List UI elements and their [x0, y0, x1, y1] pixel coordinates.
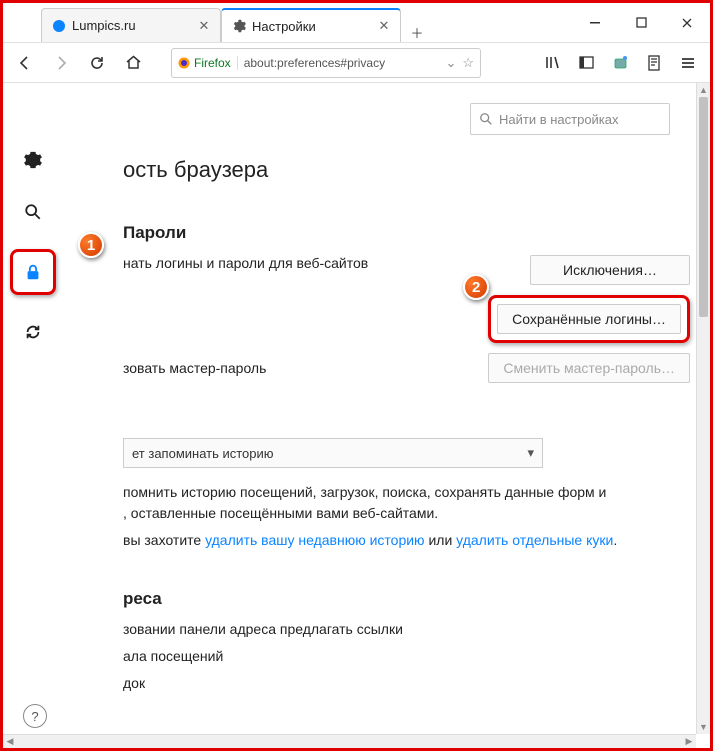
sidebar-general[interactable] [18, 145, 48, 175]
bookmark-star-icon[interactable]: ☆ [462, 55, 474, 71]
settings-search[interactable]: Найти в настройках [470, 103, 670, 135]
chevron-down-icon[interactable]: ⌄ [445, 55, 456, 71]
address-line-2: ала посещений [123, 646, 690, 667]
history-para-2b: или [425, 532, 457, 548]
scroll-down-arrow[interactable]: ▼ [697, 720, 710, 734]
chevron-down-icon: ▾ [527, 445, 534, 461]
clear-history-link[interactable]: удалить вашу недавнюю историю [205, 532, 424, 548]
reload-button[interactable] [81, 47, 113, 79]
tab-bar: Lumpics.ru ✕ Настройки ✕ ＋ [3, 3, 572, 42]
passwords-heading: Пароли [123, 223, 690, 243]
close-icon[interactable]: ✕ [376, 18, 392, 34]
change-master-password-button[interactable]: Сменить мастер-пароль… [488, 353, 690, 383]
page-title: ость браузера [123, 157, 690, 183]
favicon-lumpics [52, 19, 66, 33]
remember-logins-label: нать логины и пароли для веб-сайтов [123, 255, 488, 271]
exceptions-button[interactable]: Исключения… [530, 255, 690, 285]
settings-sidebar [3, 83, 63, 748]
saved-logins-button[interactable]: Сохранённые логины… [497, 304, 681, 334]
tab-label: Lumpics.ru [72, 18, 190, 33]
window-controls [572, 3, 710, 42]
maximize-button[interactable] [618, 3, 664, 42]
scroll-left-arrow[interactable]: ◀ [3, 735, 17, 748]
tab-label: Настройки [252, 19, 370, 34]
back-button[interactable] [9, 47, 41, 79]
page-action-button[interactable] [638, 47, 670, 79]
saved-logins-highlight: Сохранённые логины… 2 [488, 295, 690, 343]
sidebar-sync[interactable] [18, 317, 48, 347]
horizontal-scrollbar[interactable]: ◀ ▶ [3, 734, 696, 748]
help-button[interactable]: ? [23, 704, 47, 728]
url-bar[interactable]: Firefox about:preferences#privacy ⌄ ☆ [171, 48, 481, 78]
url-text: about:preferences#privacy [244, 56, 440, 70]
identity-box[interactable]: Firefox [178, 56, 238, 70]
firefox-icon [178, 57, 190, 69]
minimize-button[interactable] [572, 3, 618, 42]
identity-label: Firefox [194, 56, 231, 70]
forward-button[interactable] [45, 47, 77, 79]
titlebar: Lumpics.ru ✕ Настройки ✕ ＋ [3, 3, 710, 43]
select-value: ет запоминать историю [132, 446, 274, 461]
content-area: 1 Найти в настройках ость браузера Парол… [3, 83, 710, 748]
nav-toolbar: Firefox about:preferences#privacy ⌄ ☆ [3, 43, 710, 83]
address-heading: реса [123, 589, 690, 609]
library-button[interactable] [536, 47, 568, 79]
home-button[interactable] [117, 47, 149, 79]
close-icon[interactable]: ✕ [196, 18, 212, 34]
vertical-scrollbar[interactable]: ▲ ▼ [696, 83, 710, 734]
gear-icon [232, 19, 246, 33]
annotation-marker-1: 1 [78, 232, 104, 258]
settings-page: Найти в настройках ость браузера Пароли … [63, 83, 710, 748]
close-window-button[interactable] [664, 3, 710, 42]
scroll-right-arrow[interactable]: ▶ [682, 735, 696, 748]
history-para-1a: помнить историю посещений, загрузок, пои… [123, 484, 606, 500]
history-para-2a: вы захотите [123, 532, 205, 548]
search-placeholder: Найти в настройках [499, 112, 619, 127]
sidebar-button[interactable] [570, 47, 602, 79]
sidebar-search[interactable] [18, 197, 48, 227]
tab-lumpics[interactable]: Lumpics.ru ✕ [41, 8, 221, 42]
scroll-up-arrow[interactable]: ▲ [697, 83, 710, 97]
sidebar-privacy[interactable] [10, 249, 56, 295]
extension-button[interactable] [604, 47, 636, 79]
search-icon [479, 112, 493, 126]
annotation-marker-2: 2 [463, 274, 489, 300]
history-para-1b: , оставленные посещёнными вами веб-сайта… [123, 505, 438, 521]
history-mode-select[interactable]: ет запоминать историю ▾ [123, 438, 543, 468]
history-para-2c: . [613, 532, 617, 548]
new-tab-button[interactable]: ＋ [401, 23, 433, 42]
clear-cookies-link[interactable]: удалить отдельные куки [456, 532, 613, 548]
scroll-thumb[interactable] [699, 97, 708, 317]
master-password-label: зовать мастер-пароль [123, 360, 488, 376]
tab-settings[interactable]: Настройки ✕ [221, 8, 401, 42]
address-line-3: док [123, 673, 690, 694]
address-line-1: зовании панели адреса предлагать ссылки [123, 619, 690, 640]
menu-button[interactable] [672, 47, 704, 79]
